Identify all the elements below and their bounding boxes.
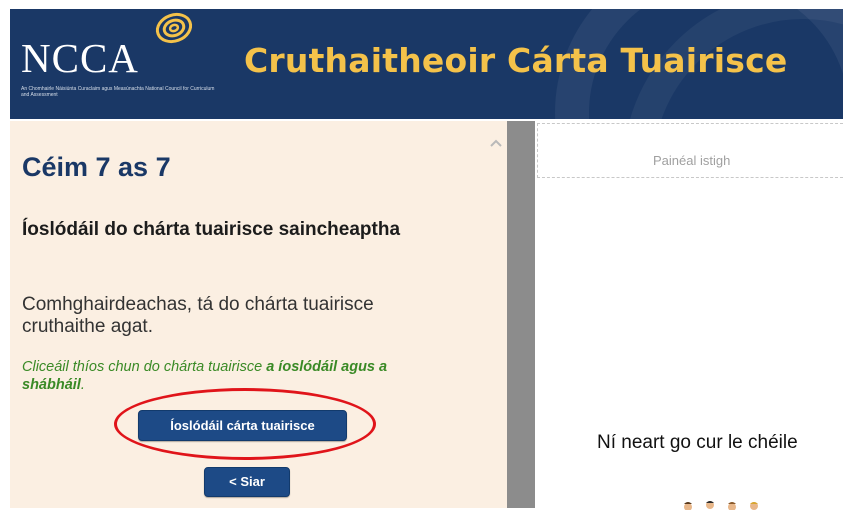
congratulations-text: Comhghairdeachas, tá do chárta tuairisce…	[22, 294, 374, 337]
section-heading: Íoslódáil do chárta tuairisce saincheapt…	[22, 219, 401, 240]
panel-scrollbar[interactable]	[484, 121, 507, 508]
ncca-logo-icon	[150, 10, 196, 50]
ncca-logo-text: NCCA	[21, 35, 139, 81]
app-title: Cruthaitheoir Cárta Tuairisce	[244, 41, 788, 80]
panel-divider	[507, 121, 535, 508]
inner-panel-label: Painéal istigh	[653, 153, 731, 168]
highlight-annotation	[114, 388, 376, 460]
ncca-logo-subtitle: An Chomhairle Náisiúnta Curaclaim agus M…	[21, 86, 215, 98]
step-title: Céim 7 as 7	[22, 152, 171, 182]
hint-suffix: .	[80, 377, 85, 393]
preview-motto: Ní neart go cur le chéile	[597, 432, 798, 453]
back-button[interactable]: < Siar	[204, 467, 290, 497]
hint-prefix: Cliceáil thíos chun do chárta tuairisce	[22, 359, 267, 375]
children-illustration-icon	[676, 497, 786, 511]
inner-panel-frame	[537, 123, 843, 178]
